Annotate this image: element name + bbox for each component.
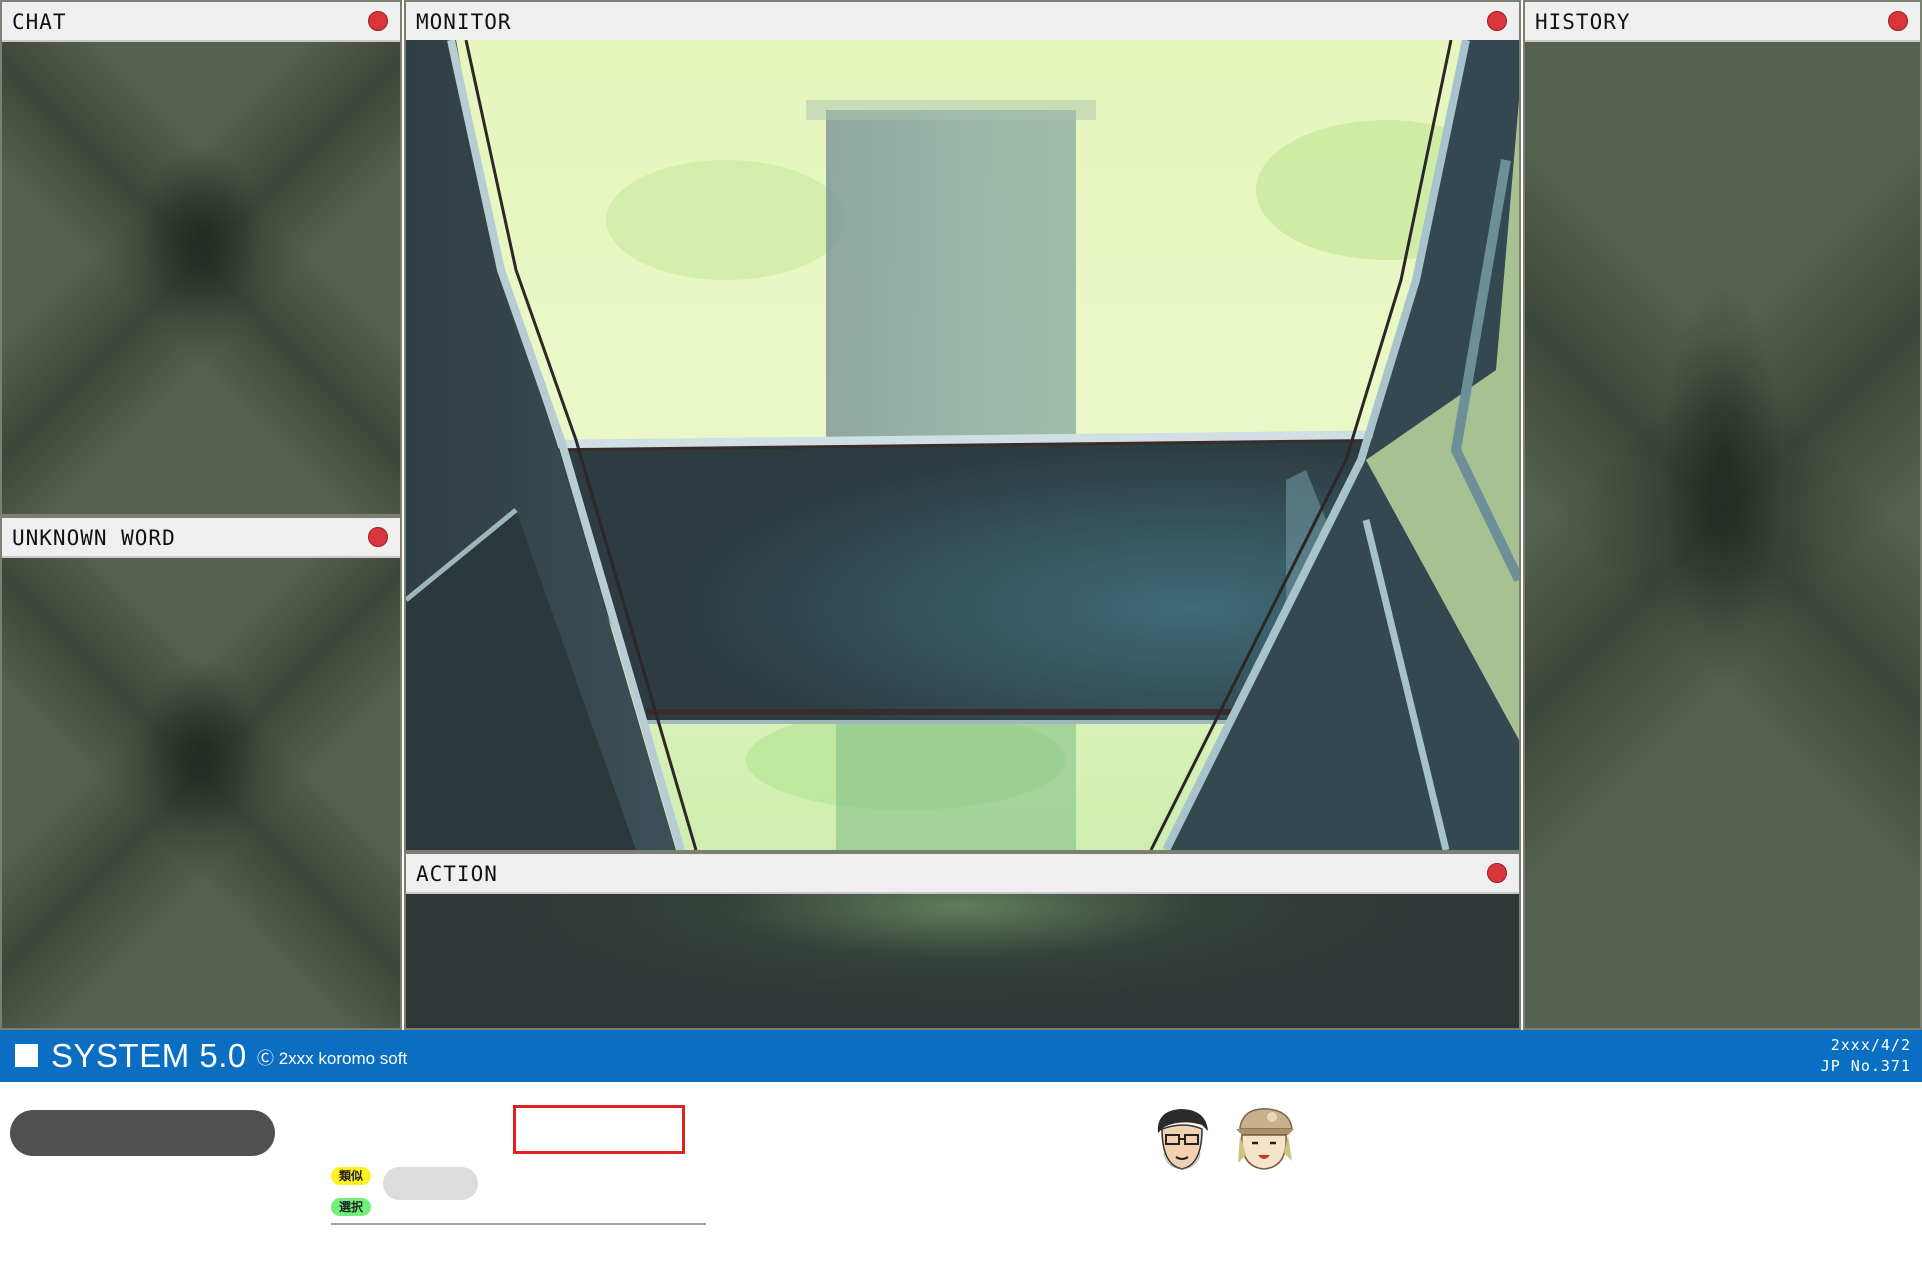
monitor-scene [406, 40, 1519, 850]
select-tag[interactable]: 選択 [331, 1198, 371, 1216]
unknown-word-titlebar[interactable]: UNKNOWN WORD [2, 518, 400, 558]
input-box[interactable] [513, 1105, 685, 1154]
light-pill-button[interactable] [383, 1167, 478, 1200]
date-readout: 2xxx/4/2 [1830, 1036, 1911, 1054]
unknown-word-panel: UNKNOWN WORD [0, 516, 402, 1030]
unknown-word-title: UNKNOWN WORD [12, 526, 176, 550]
text-underline [331, 1223, 706, 1225]
chat-titlebar[interactable]: CHAT [2, 2, 400, 42]
action-titlebar[interactable]: ACTION [406, 854, 1519, 894]
system-name: SYSTEM 5.0 [51, 1037, 247, 1074]
status-bar: SYSTEM 5.0 Ⓒ 2xxx koromo soft 2xxx/4/2 J… [0, 1030, 1922, 1082]
action-close-button[interactable] [1487, 863, 1507, 883]
girl-with-cap-avatar[interactable] [1230, 1105, 1300, 1173]
history-close-button[interactable] [1888, 11, 1908, 31]
action-panel: ACTION [404, 852, 1521, 1030]
monitor-close-button[interactable] [1487, 11, 1507, 31]
monitor-title: MONITOR [416, 10, 512, 34]
unknown-word-close-button[interactable] [368, 527, 388, 547]
chat-close-button[interactable] [368, 11, 388, 31]
monitor-panel: MONITOR [404, 0, 1521, 852]
monitor-titlebar[interactable]: MONITOR [406, 2, 1519, 42]
similar-tag[interactable]: 類似 [331, 1167, 371, 1185]
history-title: HISTORY [1535, 10, 1631, 34]
number-readout: JP No.371 [1820, 1057, 1911, 1075]
action-title: ACTION [416, 862, 498, 886]
history-panel: HISTORY [1523, 0, 1922, 1030]
system-square-icon [15, 1044, 38, 1067]
copyright-text: Ⓒ 2xxx koromo soft [257, 1049, 408, 1068]
chat-panel: CHAT [0, 0, 402, 516]
dark-pill-button[interactable] [10, 1110, 275, 1156]
chat-title: CHAT [12, 10, 67, 34]
history-titlebar[interactable]: HISTORY [1525, 2, 1920, 42]
man-with-glasses-avatar[interactable] [1150, 1105, 1214, 1173]
